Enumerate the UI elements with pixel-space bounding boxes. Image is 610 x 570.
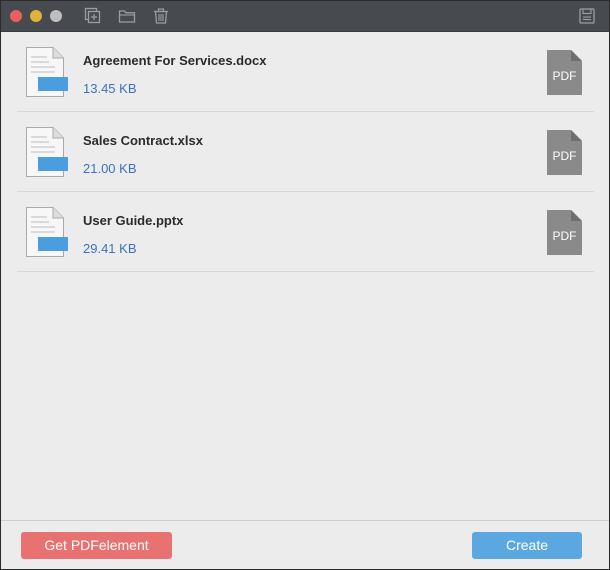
pdf-output-icon: PDF [547, 50, 582, 95]
file-size: 13.45 KB [83, 81, 137, 96]
create-button[interactable]: Create [472, 532, 582, 559]
pdf-label: PDF [553, 229, 577, 243]
file-size: 21.00 KB [83, 161, 137, 176]
pdf-output-icon: PDF [547, 210, 582, 255]
maximize-window-button[interactable] [50, 10, 62, 22]
file-name: User Guide.pptx [83, 213, 184, 228]
pdf-label: PDF [553, 149, 577, 163]
trash-icon[interactable] [152, 7, 170, 25]
pdf-output-icon: PDF [547, 130, 582, 175]
add-file-icon[interactable] [84, 7, 102, 25]
document-icon [25, 127, 69, 177]
close-window-button[interactable] [10, 10, 22, 22]
titlebar [1, 1, 609, 32]
minimize-window-button[interactable] [30, 10, 42, 22]
folder-icon[interactable] [118, 7, 136, 25]
file-list: Agreement For Services.docx 13.45 KB PDF [1, 32, 609, 272]
file-list-item[interactable]: Agreement For Services.docx 13.45 KB PDF [17, 32, 594, 112]
document-icon [25, 207, 69, 257]
app-window: Agreement For Services.docx 13.45 KB PDF [0, 0, 610, 570]
save-icon[interactable] [578, 7, 596, 25]
file-size: 29.41 KB [83, 241, 137, 256]
footer-bar: Get PDFelement Create [1, 520, 609, 569]
file-name: Sales Contract.xlsx [83, 133, 203, 148]
file-list-item[interactable]: Sales Contract.xlsx 21.00 KB PDF [17, 112, 594, 192]
file-name: Agreement For Services.docx [83, 53, 267, 68]
pdf-label: PDF [553, 69, 577, 83]
get-pdfelement-button[interactable]: Get PDFelement [21, 532, 172, 559]
file-list-item[interactable]: User Guide.pptx 29.41 KB PDF [17, 192, 594, 272]
document-icon [25, 47, 69, 97]
